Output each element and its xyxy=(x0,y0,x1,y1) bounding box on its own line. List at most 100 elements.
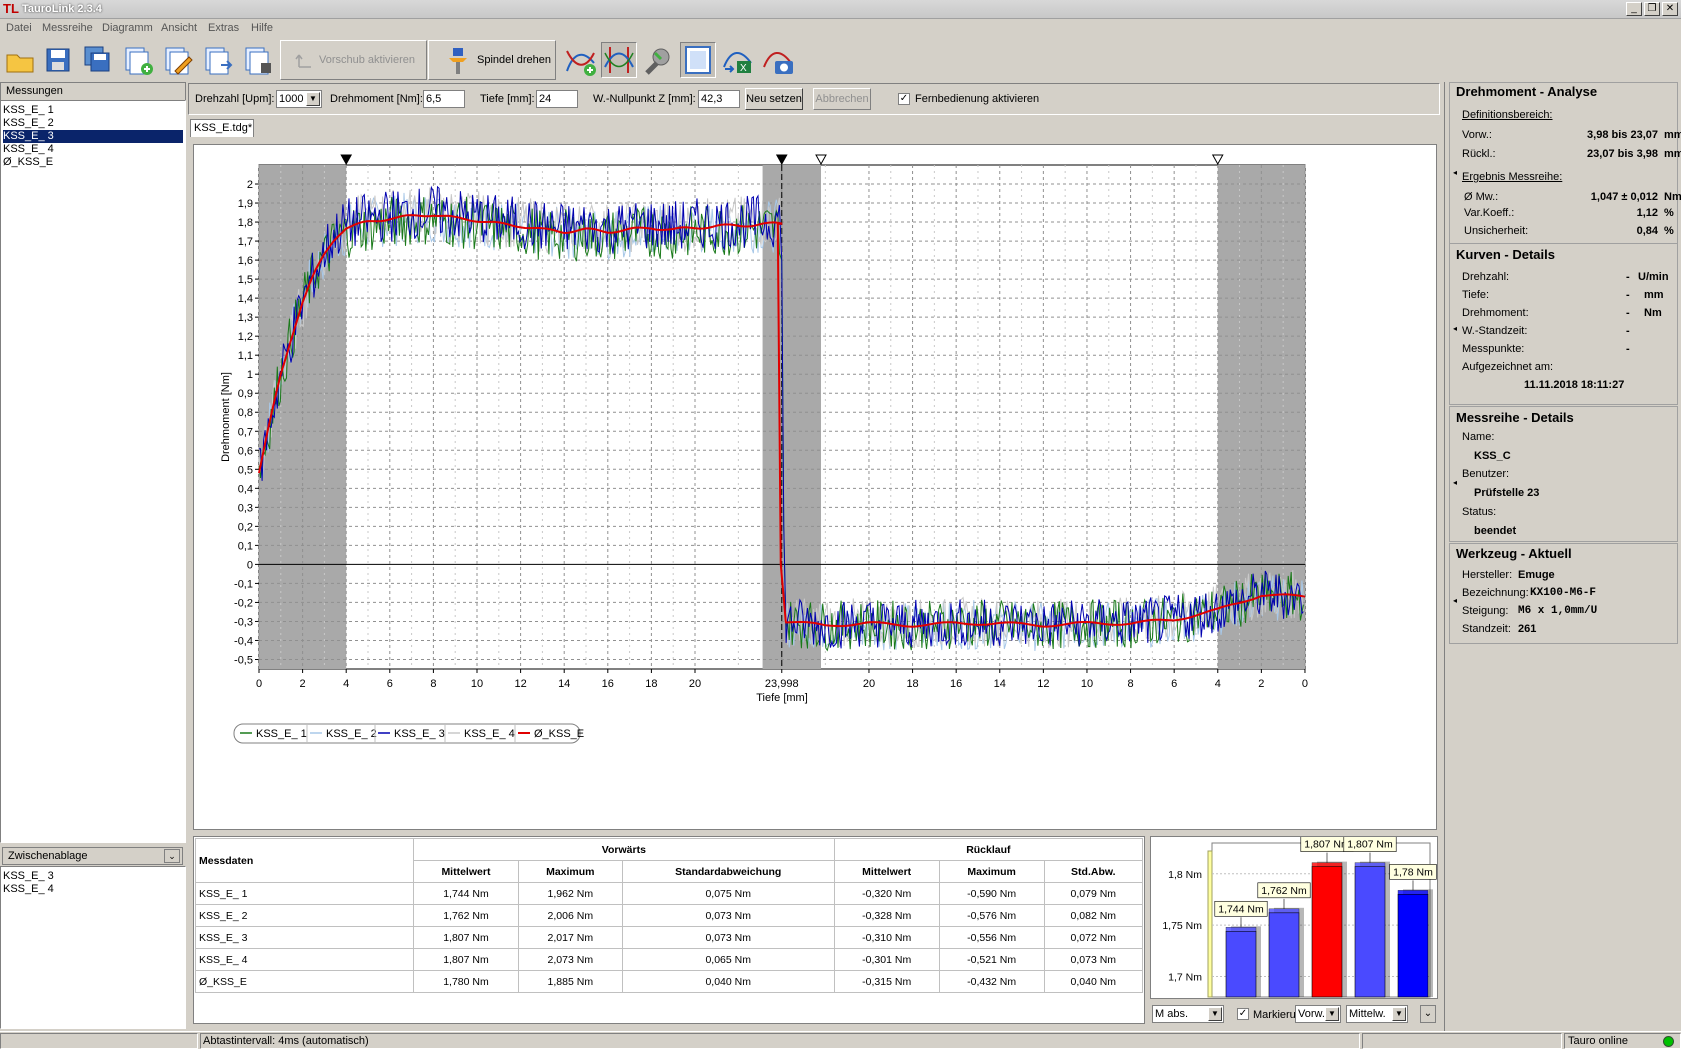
uncertainty-unit: % xyxy=(1664,225,1674,237)
bar-y-tick-label: 1,8 Nm xyxy=(1168,869,1202,881)
close-series-button[interactable] xyxy=(240,42,276,78)
table-row[interactable]: KSS_E_ 2 1,762 Nm 2,006 Nm 0,073 Nm -0,328 N… xyxy=(195,904,1144,927)
camera-icon xyxy=(763,52,793,74)
curves-title: Kurven - Details xyxy=(1456,247,1555,262)
save-button[interactable] xyxy=(40,42,76,78)
torque-detail-value: - xyxy=(1626,307,1630,319)
statistic-select[interactable]: Mittelw. ▼ xyxy=(1346,1005,1408,1023)
list-item[interactable]: KSS_E_ 4 xyxy=(3,883,54,895)
menu-hilfe[interactable]: Hilfe xyxy=(251,22,273,34)
menu-diagramm[interactable]: Diagramm xyxy=(102,22,153,34)
bar-value-label: 1,762 Nm xyxy=(1261,885,1307,897)
cancel-button[interactable]: Abbrechen xyxy=(813,88,871,110)
restore-button[interactable]: ❐ xyxy=(1644,2,1660,16)
collapse-arrow-icon[interactable]: ◂ xyxy=(1453,324,1457,333)
document-tab[interactable]: KSS_E.tdg* xyxy=(190,119,254,137)
direction-select[interactable]: Vorw. ▼ xyxy=(1295,1005,1341,1023)
variation-label: Var.Koeff.: xyxy=(1464,207,1515,219)
mode-select[interactable]: M abs. ▼ xyxy=(1152,1005,1224,1023)
excel-export-button[interactable]: X xyxy=(720,42,756,78)
mark-checkbox[interactable]: ✓ xyxy=(1237,1008,1249,1020)
x-tick-label: 18 xyxy=(645,678,657,690)
bar-value-label: 1,807 Nm xyxy=(1304,839,1350,851)
range-markers-icon xyxy=(604,47,634,73)
expand-button[interactable]: ⌄ xyxy=(1420,1005,1436,1023)
minimize-button[interactable]: _ xyxy=(1626,2,1642,16)
bar xyxy=(1397,894,1429,998)
panel-icon xyxy=(685,46,711,74)
open-folder-button[interactable] xyxy=(2,42,38,78)
row-name: KSS_E_ 2 xyxy=(195,904,414,927)
legend-label: KSS_E_ 3 xyxy=(394,728,445,740)
bar-value-label: 1,78 Nm xyxy=(1393,866,1433,878)
zero-point-input[interactable]: 42,3 xyxy=(698,90,740,108)
table-row[interactable]: KSS_E_ 3 1,807 Nm 2,017 Nm 0,073 Nm -0,310 N… xyxy=(195,926,1144,949)
bar xyxy=(1268,912,1300,998)
torque-input[interactable]: 6,5 xyxy=(423,90,465,108)
user-label: Benutzer: xyxy=(1462,468,1510,480)
table-cell: -0,590 Nm xyxy=(938,882,1045,905)
x-tick-label: 12 xyxy=(1037,678,1049,690)
view-panel-button[interactable] xyxy=(680,42,716,78)
list-item[interactable]: KSS_E_ 4 xyxy=(3,143,183,156)
x-tick-label: 6 xyxy=(387,678,393,690)
bar xyxy=(1225,930,1257,998)
table-row[interactable]: KSS_E_ 1 1,744 Nm 1,962 Nm 0,075 Nm -0,320 N… xyxy=(195,882,1144,905)
menu-extras[interactable]: Extras xyxy=(208,22,239,34)
table-cell: 0,073 Nm xyxy=(1043,948,1144,971)
menu-datei[interactable]: Datei xyxy=(6,22,32,34)
list-item[interactable]: Ø_KSS_E xyxy=(3,156,183,169)
range-marker-filled-icon xyxy=(340,154,353,166)
feed-activate-button[interactable]: Vorschub aktivieren xyxy=(280,40,427,80)
legend-label: KSS_E_ 1 xyxy=(256,728,307,740)
forward-range-unit: mm xyxy=(1664,129,1681,141)
add-curve-button[interactable] xyxy=(563,42,599,78)
table-row[interactable]: KSS_E_ 4 1,807 Nm 2,073 Nm 0,065 Nm -0,301 N… xyxy=(195,948,1144,971)
bar-top xyxy=(1354,862,1386,867)
export-series-button[interactable] xyxy=(200,42,236,78)
settings-button[interactable] xyxy=(640,42,676,78)
edit-series-button[interactable] xyxy=(160,42,196,78)
analysis-title: Drehmoment - Analyse xyxy=(1456,84,1598,99)
screenshot-button[interactable] xyxy=(760,42,796,78)
torque-detail-label: Drehmoment: xyxy=(1462,307,1529,319)
depth-input[interactable]: 24 xyxy=(536,90,578,108)
table-cell: 0,075 Nm xyxy=(621,882,835,905)
spindle-rotate-button[interactable]: Spindel drehen xyxy=(428,40,556,80)
table-cell: -0,320 Nm xyxy=(833,882,940,905)
list-item[interactable]: KSS_E_ 3 xyxy=(3,870,54,882)
close-button[interactable]: ✕ xyxy=(1662,2,1678,16)
new-series-button[interactable] xyxy=(120,42,156,78)
menu-messreihe[interactable]: Messreihe xyxy=(42,22,93,34)
y-axis-label: Drehmoment [Nm] xyxy=(220,372,232,462)
table-cell: -0,301 Nm xyxy=(833,948,940,971)
save-all-button[interactable] xyxy=(80,42,116,78)
reset-button[interactable]: Neu setzen xyxy=(745,88,803,110)
collapse-arrow-icon[interactable]: ◂ xyxy=(1453,478,1457,487)
col-header: Maximum xyxy=(938,860,1045,883)
bar-axis-strip xyxy=(1207,850,1213,998)
clipboard-header[interactable]: Zwischenablage ⌄ xyxy=(2,847,183,865)
recorded-value: 11.11.2018 18:11:27 xyxy=(1524,379,1625,391)
table-cell: -0,432 Nm xyxy=(938,970,1045,993)
remote-checkbox[interactable]: ✓ xyxy=(898,93,910,105)
chevron-down-icon: ▼ xyxy=(306,92,320,106)
list-item-label: KSS_E_ 3 xyxy=(3,130,54,142)
list-item-selected[interactable]: KSS_E_ 3 xyxy=(3,130,183,143)
y-tick-label: -0,4 xyxy=(234,635,253,647)
chevron-down-icon: ▼ xyxy=(1325,1007,1339,1021)
list-item[interactable]: KSS_E_ 2 xyxy=(3,117,183,130)
measurements-list: KSS_E_ 1 KSS_E_ 2 KSS_E_ 3 KSS_E_ 4 Ø_KS… xyxy=(0,100,186,843)
collapse-arrow-icon[interactable]: ◂ xyxy=(1453,168,1457,177)
table-row[interactable]: Ø_KSS_E 1,780 Nm 1,885 Nm 0,040 Nm -0,315 Nm… xyxy=(195,970,1144,993)
bar-top xyxy=(1268,908,1300,914)
list-item[interactable]: KSS_E_ 1 xyxy=(3,104,183,117)
speed-select[interactable]: 1000 ▼ xyxy=(276,90,322,108)
range-markers-button[interactable] xyxy=(601,42,637,78)
x-tick-label: 2 xyxy=(300,678,306,690)
menu-ansicht[interactable]: Ansicht xyxy=(161,22,197,34)
chevron-down-icon[interactable]: ⌄ xyxy=(164,849,180,863)
y-tick-label: 1,1 xyxy=(238,350,253,362)
direction-select-value: Vorw. xyxy=(1298,1008,1325,1020)
collapse-arrow-icon[interactable]: ◂ xyxy=(1453,596,1457,605)
